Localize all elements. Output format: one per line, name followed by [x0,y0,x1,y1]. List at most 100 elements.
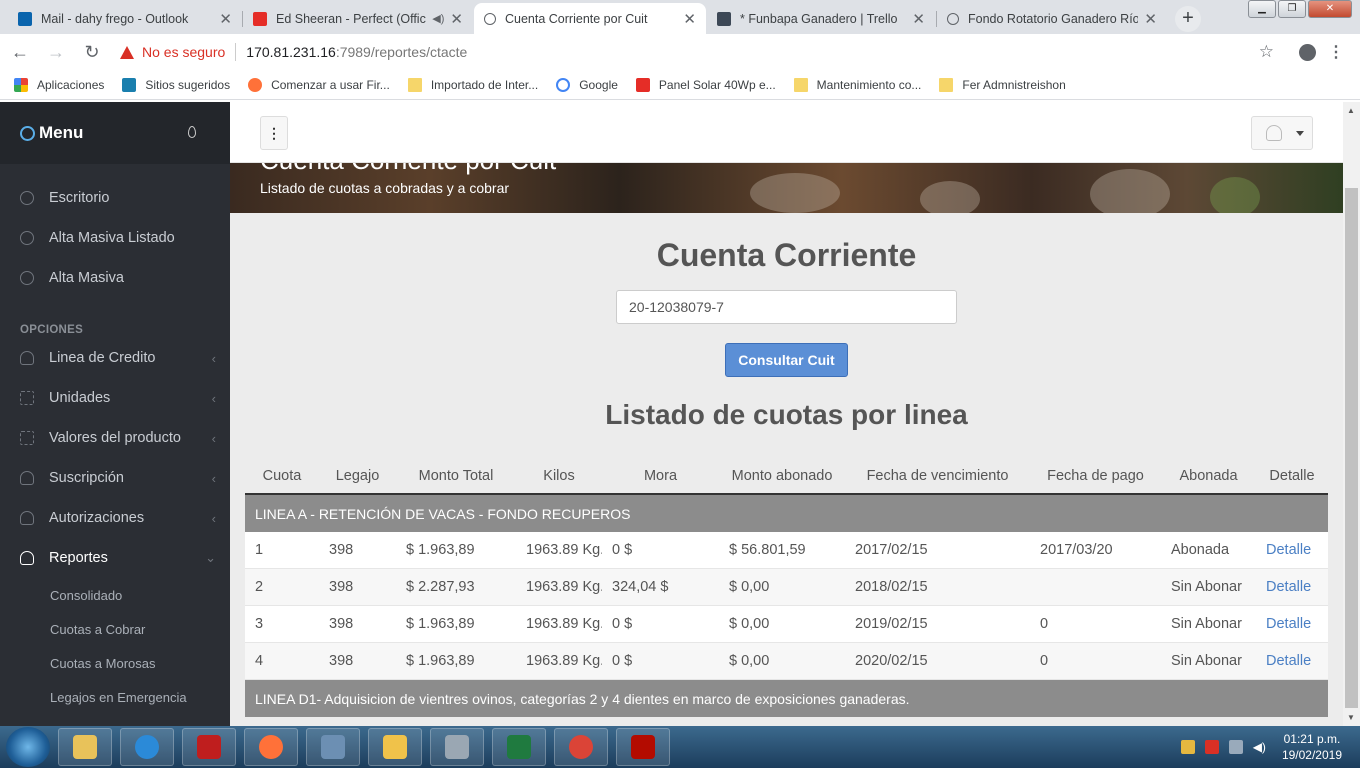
col-monto-total: Monto Total [418,467,494,484]
browser-menu-icon[interactable]: ⋮ [1328,42,1344,62]
detalle-link[interactable]: Detalle [1256,616,1328,632]
new-tab-button[interactable]: + [1175,6,1201,32]
sidebar-item-alta-masiva-listado[interactable]: Alta Masiva Listado [0,218,230,258]
browser-tab-strip: Mail - dahy frego - Outlook ✕ Ed Sheeran… [0,0,1360,34]
detalle-link[interactable]: Detalle [1256,579,1328,595]
drop-icon[interactable] [188,126,196,138]
table-header: Cuota Legajo Monto Total Kilos Mora Mont… [245,458,1328,495]
cell-monto-total: $ 1.963,89 [406,542,475,558]
loading-icon [947,12,959,25]
sidebar-subitem-cuotas-morosas[interactable]: Cuotas a Morosas [0,646,230,680]
bookmark-panel-solar[interactable]: Panel Solar 40Wp e... [635,77,776,92]
bookmark-aplicaciones[interactable]: Aplicaciones [14,77,104,92]
minimize-icon[interactable]: ▁ [1248,0,1276,18]
main-content: ⋮ Cuenta Corriente por Cuit Listado de c… [230,102,1343,726]
profile-icon[interactable] [1299,44,1316,61]
tab-trello[interactable]: * Funbapa Ganadero | Trello ✕ [707,3,935,34]
sidebar-item-linea-credito[interactable]: Linea de Credito ‹ [0,338,230,378]
tab-cuenta-corriente[interactable]: Cuenta Corriente por Cuit ✕ [474,3,706,34]
trello-icon [717,11,731,26]
clock-time: 01:21 p.m. [1283,732,1341,746]
url-field[interactable]: No es seguro 170.81.231.16:7989/reportes… [110,37,1286,67]
bookmark-star-icon[interactable]: ☆ [1259,42,1274,62]
notification-icon[interactable] [1180,740,1195,754]
user-icon [20,551,34,565]
close-icon[interactable]: ✕ [219,10,232,28]
start-button-icon[interactable] [6,727,50,767]
taskbar-app-button[interactable] [306,728,360,766]
close-icon[interactable]: ✕ [1144,10,1157,28]
sidebar-subitem-cuotas-cobrar[interactable]: Cuotas a Cobrar [0,612,230,646]
menu-toggle-button[interactable]: ⋮ [260,116,288,150]
tab-fondo-rotatorio[interactable]: Fondo Rotatorio Ganadero Río ✕ [937,3,1167,34]
action-center-icon[interactable] [1204,740,1219,754]
dashboard-icon [20,191,34,205]
taskbar-app-button[interactable] [182,728,236,766]
sidebar-header: Menu [0,102,230,164]
page-scrollbar[interactable]: ▲ ▼ [1343,102,1360,726]
sidebar-item-reportes[interactable]: Reportes ⌄ [0,538,230,578]
clock[interactable]: 01:21 p.m. 19/02/2019 [1282,731,1342,763]
speaker-icon: ◀) [432,13,445,25]
warning-icon [120,45,134,59]
back-icon[interactable]: ← [4,42,36,63]
url-host: 170.81.231.16 [246,44,336,60]
group-header: LINEA A - RETENCIÓN DE VACAS - FONDO REC… [245,495,1328,532]
tab-youtube[interactable]: Ed Sheeran - Perfect (Offici ◀) ✕ [243,3,473,34]
detalle-link[interactable]: Detalle [1256,653,1328,669]
cell-fecha-vencimiento: 2019/02/15 [855,616,928,632]
forward-icon[interactable]: → [40,42,72,63]
sidebar-item-unidades[interactable]: Unidades ‹ [0,378,230,418]
address-bar-row: ← → ↻ No es seguro 170.81.231.16:7989/re… [0,34,1360,70]
taskbar-app-button[interactable] [554,728,608,766]
taskbar-app-button[interactable] [120,728,174,766]
bookmark-mantenimiento[interactable]: Mantenimiento co... [793,77,921,92]
youtube-icon [253,11,267,26]
close-window-icon[interactable]: ✕ [1308,0,1352,18]
taskbar-app-button[interactable] [430,728,484,766]
cell-kilos: 1963.89 Kg. [526,542,602,558]
sidebar-item-suscripcion[interactable]: Suscripción ‹ [0,458,230,498]
scrollbar-thumb[interactable] [1345,188,1358,708]
bookmark-sitios-sugeridos[interactable]: Sitios sugeridos [122,77,230,92]
sidebar-item-escritorio[interactable]: Escritorio [0,178,230,218]
cell-monto-total: $ 1.963,89 [406,653,475,669]
sidebar-item-alta-masiva[interactable]: Alta Masiva [0,258,230,298]
sidebar-item-autorizaciones[interactable]: Autorizaciones ‹ [0,498,230,538]
tab-outlook[interactable]: Mail - dahy frego - Outlook ✕ [8,3,242,34]
grid-icon [20,431,34,445]
close-icon[interactable]: ✕ [450,10,463,28]
bookmark-firefox[interactable]: Comenzar a usar Fir... [248,77,390,92]
bookmark-importado[interactable]: Importado de Inter... [407,77,538,92]
maximize-icon[interactable]: ❐ [1278,0,1306,18]
taskbar-app-button[interactable] [244,728,298,766]
close-icon[interactable]: ✕ [683,10,696,28]
reload-icon[interactable]: ↻ [76,42,108,63]
filezilla-icon [197,735,221,759]
taskbar-app-button[interactable] [492,728,546,766]
bookmark-google[interactable]: Google [556,77,618,92]
cell-kilos: 1963.89 Kg. [526,579,602,595]
col-legajo: Legajo [335,467,380,484]
close-icon[interactable]: ✕ [912,10,925,28]
sidebar-subitem-legajos-emergencia[interactable]: Legajos en Emergencia [0,680,230,714]
cell-fecha-vencimiento: 2018/02/15 [855,579,928,595]
sidebar-item-valores-producto[interactable]: Valores del producto ‹ [0,418,230,458]
user-menu-button[interactable] [1251,116,1313,150]
security-status[interactable]: No es seguro [142,44,225,60]
apps-icon [14,77,28,92]
taskbar-app-button[interactable] [368,728,422,766]
excel-icon [507,735,531,759]
detalle-link[interactable]: Detalle [1256,542,1328,558]
network-icon[interactable] [1228,740,1243,754]
sidebar-subitem-consolidado[interactable]: Consolidado [0,578,230,612]
report-panel: Cuenta Corriente 20-12038079-7 Consultar… [230,213,1343,726]
consultar-cuit-button[interactable]: Consultar Cuit [725,343,848,377]
volume-icon[interactable]: ◀) [1253,740,1266,754]
outlook-icon [18,11,32,26]
bookmark-fer[interactable]: Fer Admnistreishon [939,77,1066,92]
table-row: 4 398 $ 1.963,89 1963.89 Kg. 0 $ $ 0,00 2020/0… [245,643,1328,680]
taskbar-app-button[interactable] [58,728,112,766]
cuit-input[interactable]: 20-12038079-7 [616,290,957,324]
taskbar-app-button[interactable] [616,728,670,766]
